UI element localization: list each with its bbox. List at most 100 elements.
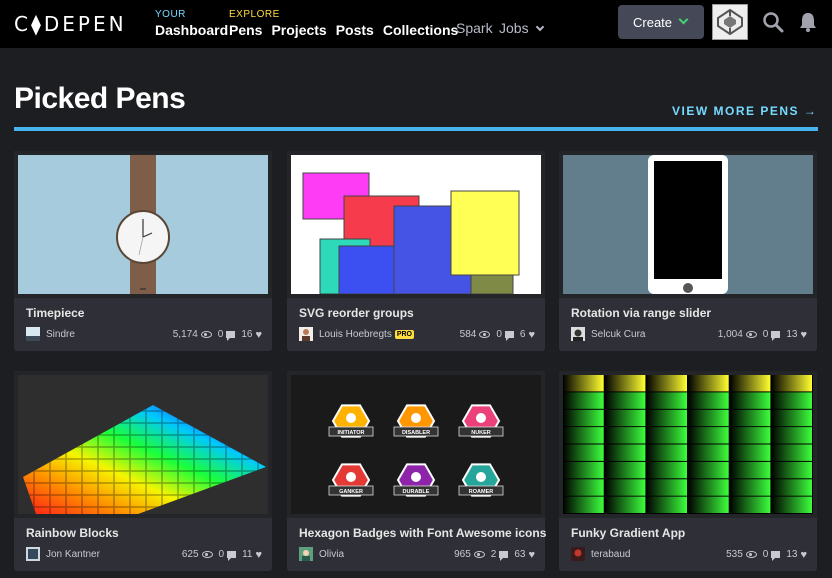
- pen-card-timepiece[interactable]: Timepiece Sindre 5,174 0 16 ♥: [14, 151, 272, 351]
- user-avatar[interactable]: [571, 327, 585, 341]
- gradient-cell: [771, 444, 812, 461]
- gradient-cell: [563, 427, 604, 444]
- comment-icon: [771, 331, 781, 341]
- gradient-cell: [604, 427, 646, 444]
- views-stat: 965: [454, 549, 485, 560]
- user-avatar[interactable]: [26, 547, 40, 561]
- likes-stat[interactable]: 11 ♥: [242, 549, 262, 560]
- likes-stat[interactable]: 6 ♥: [520, 329, 535, 340]
- user-name[interactable]: Selcuk Cura: [591, 329, 645, 340]
- nav-jobs[interactable]: Jobs: [499, 20, 544, 36]
- comments-stat[interactable]: 0: [496, 329, 514, 341]
- pen-thumbnail-frame: [287, 151, 545, 298]
- user-avatar[interactable]: [26, 327, 40, 341]
- user-name[interactable]: Jon Kantner: [46, 549, 100, 560]
- views-stat: 625: [182, 549, 213, 560]
- search-icon[interactable]: [762, 11, 784, 33]
- view-more-pens-link[interactable]: VIEW MORE PENS →: [672, 104, 817, 118]
- codepen-avatar-icon: [717, 8, 743, 36]
- user-avatar[interactable]: [571, 547, 585, 561]
- gradient-cell: [563, 479, 604, 496]
- gradient-cell: [563, 444, 604, 461]
- likes-stat[interactable]: 13 ♥: [786, 329, 807, 340]
- gradient-cell: [729, 461, 771, 479]
- gradient-cell: [563, 375, 604, 392]
- gradient-cell: [771, 461, 812, 479]
- pen-thumbnail[interactable]: INITIATOR DISABLER NUKER GANKER DURABLE ROAME…: [291, 375, 541, 514]
- comments-stat[interactable]: 0: [763, 329, 781, 341]
- title-divider: [14, 127, 818, 131]
- pen-title[interactable]: SVG reorder groups: [299, 306, 414, 320]
- pen-thumbnail-frame: [559, 371, 817, 518]
- user-name[interactable]: terabaud: [591, 549, 630, 560]
- pen-meta: Sindre 5,174 0 16 ♥: [26, 327, 262, 343]
- user-avatar[interactable]: [712, 4, 748, 40]
- pen-card-hexagon-badges[interactable]: INITIATOR DISABLER NUKER GANKER DURABLE ROAME…: [287, 371, 546, 571]
- pen-thumbnail[interactable]: [291, 155, 541, 294]
- badge-label: NUKER: [471, 430, 491, 436]
- likes-count: 11: [242, 549, 253, 560]
- pen-stats: 1,004 0 13 ♥: [718, 329, 807, 341]
- codepen-logo[interactable]: C⧫DEPEN: [14, 12, 127, 36]
- nav-dashboard[interactable]: Dashboard: [155, 22, 228, 38]
- comments-stat[interactable]: 0: [218, 549, 237, 561]
- explore-nav-group: EXPLORE Pens Projects Posts Collections: [229, 9, 458, 38]
- user-name[interactable]: Olivia: [319, 549, 344, 560]
- pen-thumbnail[interactable]: [563, 375, 813, 514]
- badge-label: DISABLER: [402, 430, 430, 436]
- likes-count: 63: [514, 549, 526, 560]
- nav-pens[interactable]: Pens: [229, 22, 262, 38]
- pen-title[interactable]: Funky Gradient App: [571, 526, 685, 540]
- chevron-down-icon: [678, 14, 689, 25]
- pen-stats: 965 2 63 ♥: [454, 549, 535, 561]
- badge-label: ROAMER: [469, 489, 493, 495]
- likes-stat[interactable]: 13 ♥: [786, 549, 807, 560]
- eye-icon: [745, 551, 757, 558]
- nav-posts[interactable]: Posts: [336, 22, 374, 38]
- pen-card-rotation-via-range-slider[interactable]: Rotation via range slider Selcuk Cura 1,…: [559, 151, 817, 351]
- pen-card-rainbow-blocks[interactable]: Rainbow Blocks Jon Kantner 625 0 11 ♥: [14, 371, 272, 571]
- pen-title[interactable]: Timepiece: [26, 306, 84, 320]
- gradient-cell: [688, 375, 729, 392]
- heart-icon: ♥: [800, 328, 807, 341]
- explore-label: EXPLORE: [229, 9, 280, 20]
- gradient-cell: [646, 461, 687, 479]
- views-stat: 1,004: [718, 329, 757, 340]
- user-name[interactable]: Louis Hoebregts PRO: [319, 329, 414, 340]
- pen-title[interactable]: Rainbow Blocks: [26, 526, 119, 540]
- gradient-cell: [646, 427, 687, 444]
- nav-projects[interactable]: Projects: [271, 22, 326, 38]
- user-avatar[interactable]: [299, 327, 313, 341]
- gradient-cell: [604, 375, 646, 392]
- pen-thumbnail[interactable]: [18, 375, 268, 514]
- pen-thumbnail[interactable]: [563, 155, 813, 294]
- pen-thumbnail[interactable]: [18, 155, 268, 294]
- user-avatar[interactable]: [299, 547, 313, 561]
- gradient-cell: [771, 409, 812, 427]
- bell-icon[interactable]: [797, 11, 819, 33]
- pen-card-funky-gradient-app[interactable]: Funky Gradient App terabaud 535 0 13 ♥: [559, 371, 817, 571]
- eye-icon: [201, 551, 213, 558]
- create-button[interactable]: Create: [618, 5, 704, 39]
- gradient-cell: [563, 461, 604, 479]
- likes-stat[interactable]: 16 ♥: [241, 329, 262, 340]
- nav-spark[interactable]: Spark: [456, 20, 493, 36]
- comments-stat[interactable]: 2: [491, 549, 509, 561]
- phone-illustration: [563, 155, 813, 294]
- pen-title[interactable]: Hexagon Badges with Font Awesome icons: [299, 526, 546, 540]
- gradient-cell: [646, 392, 687, 409]
- gradient-cell: [688, 444, 729, 461]
- comments-stat[interactable]: 0: [218, 329, 236, 341]
- gradient-cell: [604, 409, 646, 427]
- comments-stat[interactable]: 0: [762, 549, 781, 561]
- pen-title[interactable]: Rotation via range slider: [571, 306, 711, 320]
- pen-card-svg-reorder-groups[interactable]: SVG reorder groups Louis Hoebregts PRO 58…: [287, 151, 545, 351]
- likes-stat[interactable]: 63 ♥: [514, 549, 535, 560]
- overlapping-rectangles-illustration: [291, 155, 541, 294]
- user-name[interactable]: Sindre: [46, 329, 75, 340]
- comments-count: 0: [218, 549, 225, 560]
- nav-collections[interactable]: Collections: [383, 22, 458, 38]
- pen-meta: terabaud 535 0 13 ♥: [571, 547, 807, 563]
- comments-count: 0: [762, 549, 769, 560]
- gradient-cell: [729, 409, 771, 427]
